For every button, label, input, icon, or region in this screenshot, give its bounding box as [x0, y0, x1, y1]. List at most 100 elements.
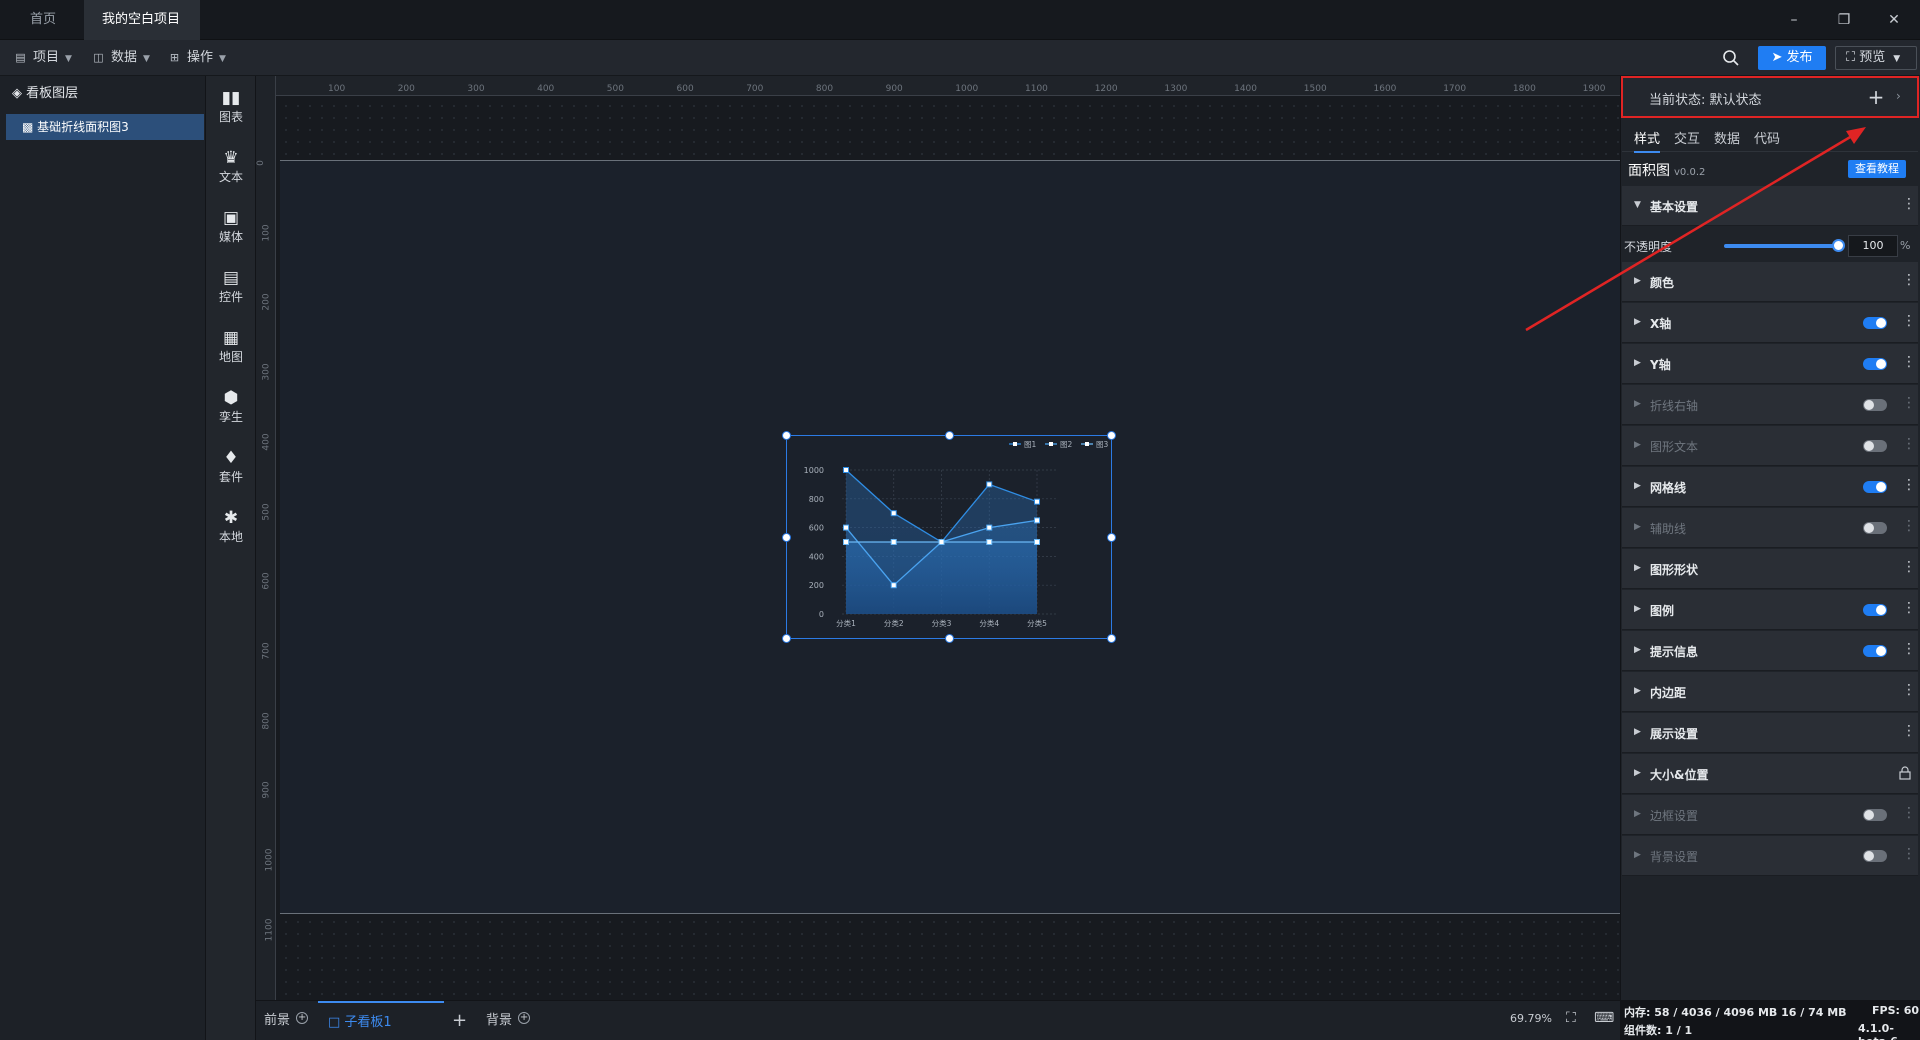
opacity-input[interactable]: 100: [1848, 235, 1898, 257]
section-toggle[interactable]: [1863, 850, 1887, 862]
add-board-button[interactable]: +: [452, 1001, 467, 1040]
resize-handle[interactable]: [1107, 634, 1116, 643]
y-tick-label: 400: [809, 552, 824, 561]
component-title: 面积图 v0.0.2: [1628, 160, 1705, 180]
ruler-tick-label: 100: [261, 224, 272, 242]
more-options-icon[interactable]: ⋮: [1902, 559, 1916, 575]
more-options-icon[interactable]: ⋮: [1902, 846, 1916, 862]
resize-handle[interactable]: [782, 431, 791, 440]
more-options-icon[interactable]: ⋮: [1902, 805, 1916, 821]
tab-my-project[interactable]: 我的空白项目: [84, 0, 200, 63]
view-tutorial-button[interactable]: 查看教程: [1848, 160, 1906, 178]
section-12[interactable]: ▶ 展示设置 ⋮: [1622, 713, 1918, 753]
more-options-icon[interactable]: ⋮: [1902, 436, 1916, 452]
keyboard-icon[interactable]: ⌨: [1594, 1010, 1614, 1026]
tool-media[interactable]: ▣ 媒体: [206, 208, 256, 245]
menu-data[interactable]: ◫ 数据 ▼: [92, 40, 150, 76]
add-state-button[interactable]: +: [1863, 84, 1889, 110]
section-7[interactable]: ▶ 辅助线 ⋮: [1622, 508, 1918, 548]
opacity-slider-thumb[interactable]: [1832, 239, 1845, 252]
tab-home[interactable]: 首页: [12, 0, 74, 40]
more-options-icon[interactable]: ⋮: [1902, 641, 1916, 657]
kit-icon: ♦: [223, 448, 239, 468]
more-options-icon[interactable]: ⋮: [1902, 682, 1916, 698]
section-15[interactable]: ▶ 背景设置 ⋮: [1622, 836, 1918, 876]
resize-handle[interactable]: [945, 634, 954, 643]
section-14[interactable]: ▶ 边框设置 ⋮: [1622, 795, 1918, 835]
preview-button[interactable]: ⛶ 预览 ▼: [1835, 46, 1917, 70]
tool-text[interactable]: ♛ 文本: [206, 148, 256, 185]
add-circle-icon[interactable]: +: [296, 1012, 309, 1024]
publish-button[interactable]: ➤ 发布: [1758, 46, 1826, 70]
section-toggle[interactable]: [1863, 809, 1887, 821]
more-options-icon[interactable]: ⋮: [1902, 272, 1916, 288]
tool-map[interactable]: ▦ 地图: [206, 328, 256, 365]
tab-code[interactable]: 代码: [1754, 128, 1780, 147]
tool-local[interactable]: ✱ 本地: [206, 508, 256, 545]
section-4[interactable]: ▶ 折线右轴 ⋮: [1622, 385, 1918, 425]
section-6[interactable]: ▶ 网格线 ⋮: [1622, 467, 1918, 507]
ruler-tick-label: 800: [261, 712, 272, 730]
section-toggle[interactable]: [1863, 317, 1887, 329]
opacity-slider-track[interactable]: [1724, 244, 1838, 248]
section-toggle[interactable]: [1863, 604, 1887, 616]
restore-icon[interactable]: ❐: [1834, 10, 1854, 30]
minimize-icon[interactable]: –: [1784, 10, 1804, 30]
tool-kit[interactable]: ♦ 套件: [206, 448, 256, 485]
section-11[interactable]: ▶ 内边距 ⋮: [1622, 672, 1918, 712]
section-toggle[interactable]: [1863, 645, 1887, 657]
section-9[interactable]: ▶ 图例 ⋮: [1622, 590, 1918, 630]
more-options-icon[interactable]: ⋮: [1902, 313, 1916, 329]
fit-screen-icon[interactable]: ⛶: [1566, 1010, 1576, 1026]
chevron-right-icon[interactable]: ›: [1896, 89, 1901, 103]
ruler-tick-label: 500: [261, 502, 272, 521]
more-options-icon[interactable]: ⋮: [1902, 354, 1916, 370]
zoom-level[interactable]: 69.79%: [1510, 1012, 1552, 1025]
section-toggle[interactable]: [1863, 440, 1887, 452]
section-toggle[interactable]: [1863, 481, 1887, 493]
resize-handle[interactable]: [782, 634, 791, 643]
section-toggle[interactable]: [1863, 522, 1887, 534]
lock-icon[interactable]: [1898, 766, 1912, 780]
resize-handle[interactable]: [945, 431, 954, 440]
section-toggle[interactable]: [1863, 358, 1887, 370]
tab-foreground[interactable]: 前景 +: [264, 1001, 309, 1040]
tab-interaction[interactable]: 交互: [1674, 128, 1700, 147]
tool-twin[interactable]: ⬢ 孪生: [206, 388, 256, 425]
section-1[interactable]: ▶ 颜色 ⋮: [1622, 262, 1918, 302]
more-options-icon[interactable]: ⋮: [1902, 723, 1916, 739]
search-icon[interactable]: [1722, 49, 1740, 67]
section-2[interactable]: ▶ X轴 ⋮: [1622, 303, 1918, 343]
menu-project[interactable]: ▤ 项目 ▼: [14, 40, 72, 76]
section-0[interactable]: ▼ 基本设置 ⋮: [1622, 186, 1918, 226]
tool-chart[interactable]: ▮▮ 图表: [206, 88, 256, 125]
toggle-knob: [1876, 646, 1886, 656]
more-options-icon[interactable]: ⋮: [1902, 518, 1916, 534]
more-options-icon[interactable]: ⋮: [1902, 600, 1916, 616]
caret-right-icon: ▶: [1634, 317, 1641, 327]
tool-control[interactable]: ▤ 控件: [206, 268, 256, 305]
section-5[interactable]: ▶ 图形文本 ⋮: [1622, 426, 1918, 466]
tab-sub-board[interactable]: □ 子看板1: [318, 1001, 444, 1040]
section-toggle[interactable]: [1863, 399, 1887, 411]
resize-handle[interactable]: [782, 533, 791, 542]
tab-background[interactable]: 背景 +: [486, 1001, 531, 1040]
close-icon[interactable]: ✕: [1884, 10, 1904, 30]
resize-handle[interactable]: [1107, 431, 1116, 440]
section-8[interactable]: ▶ 图形形状 ⋮: [1622, 549, 1918, 589]
more-options-icon[interactable]: ⋮: [1902, 477, 1916, 493]
resize-handle[interactable]: [1107, 533, 1116, 542]
more-options-icon[interactable]: ⋮: [1902, 196, 1916, 212]
menu-operation[interactable]: ⊞ 操作 ▼: [168, 40, 226, 76]
area-chart-widget[interactable]: 0 200 400 600 800 1000 分类1 分类2 分类3 分类4 分类5 图1 图2 图3: [782, 431, 1116, 643]
more-options-icon[interactable]: ⋮: [1902, 395, 1916, 411]
section-13[interactable]: ▶ 大小&位置: [1622, 754, 1918, 794]
layer-item[interactable]: ▩ 基础折线面积图3: [6, 114, 204, 140]
tab-style[interactable]: 样式: [1634, 128, 1661, 153]
section-10[interactable]: ▶ 提示信息 ⋮: [1622, 631, 1918, 671]
tab-data[interactable]: 数据: [1714, 128, 1740, 147]
ruler-tick-label: 1100: [1025, 84, 1048, 94]
section-label: Y轴: [1650, 358, 1671, 372]
section-3[interactable]: ▶ Y轴 ⋮: [1622, 344, 1918, 384]
add-circle-icon[interactable]: +: [518, 1012, 531, 1024]
